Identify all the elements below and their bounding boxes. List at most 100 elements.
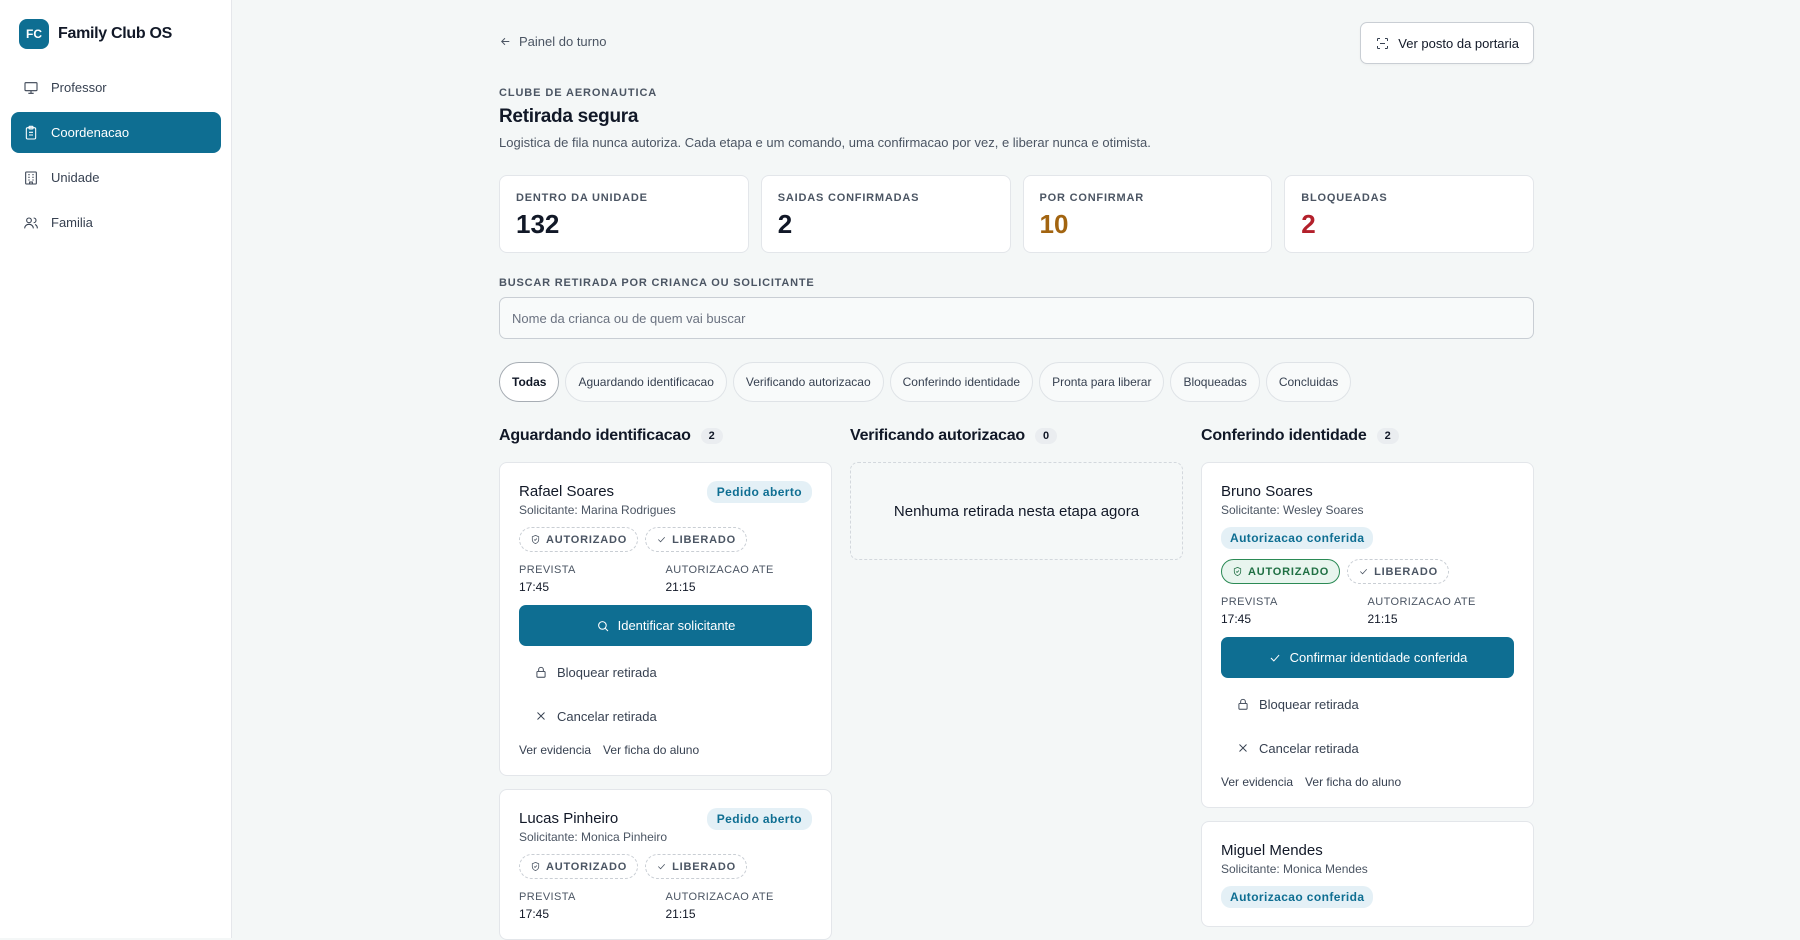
pill-label: AUTORIZADO <box>546 860 628 873</box>
time-label: PREVISTA <box>1221 596 1278 608</box>
stat-value: 2 <box>777 209 793 239</box>
column-header: Aguardando identificacao 2 <box>499 424 832 448</box>
sidebar-item-label: Familia <box>51 215 93 230</box>
time-value: 21:15 <box>1367 612 1398 626</box>
requester: Solicitante: Wesley Soares <box>1221 503 1364 517</box>
block-pickup-button[interactable]: Bloquear retirada <box>519 650 812 694</box>
stat-card-blocked: BLOQUEADAS 2 <box>1284 175 1534 253</box>
child-name: Rafael Soares <box>519 483 615 500</box>
confirm-identity-button[interactable]: Confirmar identidade conferida <box>1221 637 1514 678</box>
status-badge: Autorizacao conferida <box>1221 527 1374 549</box>
stat-value: 2 <box>1301 209 1316 239</box>
view-student-record-link[interactable]: Ver ficha do aluno <box>603 743 699 757</box>
filter-chip-concluidas[interactable]: Concluidas <box>1265 362 1352 402</box>
time-value: 17:45 <box>519 580 550 594</box>
column-title: Aguardando identificacao <box>499 427 691 444</box>
button-label: Bloquear retirada <box>1259 696 1359 712</box>
view-portaria-button[interactable]: Ver posto da portaria <box>1360 22 1534 64</box>
column-count: 2 <box>1376 428 1399 444</box>
cancel-pickup-button[interactable]: Cancelar retirada <box>519 694 812 738</box>
search-input[interactable] <box>499 297 1534 339</box>
brand[interactable]: FC Family Club OS <box>19 19 172 49</box>
check-icon <box>1270 654 1280 662</box>
child-name: Bruno Soares <box>1221 483 1313 500</box>
pill-label: AUTORIZADO <box>1248 565 1330 578</box>
view-student-record-link[interactable]: Ver ficha do aluno <box>1305 775 1401 789</box>
shield-check-icon <box>531 534 540 545</box>
stats-row: DENTRO DA UNIDADE 132 SAIDAS CONFIRMADAS… <box>499 175 1534 253</box>
status-badge: Pedido aberto <box>706 808 812 830</box>
sidebar: FC Family Club OS Professor Coordenacao … <box>0 0 232 938</box>
sidebar-item-professor[interactable]: Professor <box>11 67 221 108</box>
sidebar-item-label: Coordenacao <box>51 125 130 140</box>
authorized-pill: AUTORIZADO <box>519 527 639 552</box>
status-badge: Pedido aberto <box>706 481 812 503</box>
filter-chip-todas[interactable]: Todas <box>499 362 560 402</box>
brand-logo: FC <box>19 19 49 49</box>
pill-label: LIBERADO <box>672 860 736 873</box>
stat-label: BLOQUEADAS <box>1301 192 1388 204</box>
arrow-left-icon <box>501 37 510 46</box>
sidebar-item-familia[interactable]: Familia <box>11 202 221 243</box>
column-title: Verificando autorizacao <box>850 427 1026 444</box>
filter-chips: Todas Aguardando identificacao Verifican… <box>499 362 1352 402</box>
view-evidence-link[interactable]: Ver evidencia <box>1221 775 1293 789</box>
block-pickup-button[interactable]: Bloquear retirada <box>1221 682 1514 726</box>
identify-requester-button[interactable]: Identificar solicitante <box>519 605 812 646</box>
close-icon <box>1239 744 1247 752</box>
stat-card-inside: DENTRO DA UNIDADE 132 <box>499 175 749 253</box>
button-label: Bloquear retirada <box>557 664 657 680</box>
time-value: 17:45 <box>519 907 550 921</box>
search-label: BUSCAR RETIRADA POR CRIANCA OU SOLICITAN… <box>499 277 815 289</box>
lock-icon <box>536 666 546 678</box>
button-label: Confirmar identidade conferida <box>1289 650 1468 665</box>
search-icon <box>597 620 608 631</box>
pickup-card: Lucas Pinheiro Solicitante: Monica Pinhe… <box>499 789 832 940</box>
stat-label: SAIDAS CONFIRMADAS <box>777 192 920 204</box>
sidebar-item-unidade[interactable]: Unidade <box>11 157 221 198</box>
column-conferindo: Conferindo identidade 2 Bruno Soares Sol… <box>1201 424 1534 927</box>
child-name: Lucas Pinheiro <box>519 810 619 827</box>
shield-check-icon <box>531 861 540 872</box>
button-label: Cancelar retirada <box>1259 740 1359 756</box>
requester: Solicitante: Monica Pinheiro <box>519 830 668 844</box>
filter-chip-bloqueadas[interactable]: Bloqueadas <box>1170 362 1260 402</box>
check-icon <box>658 863 666 870</box>
cancel-pickup-button[interactable]: Cancelar retirada <box>1221 726 1514 770</box>
requester: Solicitante: Monica Mendes <box>1221 862 1368 876</box>
released-pill: LIBERADO <box>645 854 747 879</box>
brand-name: Family Club OS <box>58 25 173 42</box>
stat-card-confirmed: SAIDAS CONFIRMADAS 2 <box>760 175 1011 253</box>
filter-chip-pronta[interactable]: Pronta para liberar <box>1039 362 1165 402</box>
filter-chip-verificando[interactable]: Verificando autorizacao <box>732 362 884 402</box>
column-aguardando: Aguardando identificacao 2 Rafael Soares… <box>499 424 832 940</box>
sidebar-item-label: Professor <box>51 80 107 95</box>
sidebar-item-label: Unidade <box>51 170 100 185</box>
button-label: Cancelar retirada <box>557 708 657 724</box>
child-name: Miguel Mendes <box>1221 842 1323 859</box>
sidebar-nav: Professor Coordenacao Unidade Familia <box>11 67 221 247</box>
column-header: Conferindo identidade 2 <box>1201 424 1534 448</box>
page-subtitle: Logistica de fila nunca autoriza. Cada e… <box>499 135 1151 150</box>
released-pill: LIBERADO <box>1347 559 1449 584</box>
main-content: Painel do turno Ver posto da portaria CL… <box>499 0 1534 940</box>
filter-chip-conferindo[interactable]: Conferindo identidade <box>889 362 1034 402</box>
sidebar-item-coordenacao[interactable]: Coordenacao <box>11 112 221 153</box>
view-evidence-link[interactable]: Ver evidencia <box>519 743 591 757</box>
time-label: PREVISTA <box>519 891 576 903</box>
column-count: 2 <box>700 428 723 444</box>
shield-check-icon <box>1233 566 1242 577</box>
back-link[interactable]: Painel do turno <box>499 34 606 49</box>
column-title: Conferindo identidade <box>1201 427 1367 444</box>
stat-label: POR CONFIRMAR <box>1039 192 1145 204</box>
check-icon <box>658 536 666 543</box>
stat-value: 132 <box>516 209 560 239</box>
column-count: 0 <box>1035 428 1058 444</box>
pill-label: LIBERADO <box>672 533 736 546</box>
page-eyebrow: CLUBE DE AERONAUTICA <box>499 87 658 99</box>
filter-chip-aguardando[interactable]: Aguardando identificacao <box>565 362 727 402</box>
pickup-card: Miguel Mendes Solicitante: Monica Mendes… <box>1201 821 1534 927</box>
pill-label: LIBERADO <box>1374 565 1438 578</box>
time-value: 21:15 <box>665 580 696 594</box>
time-label: AUTORIZACAO ATE <box>665 891 774 903</box>
